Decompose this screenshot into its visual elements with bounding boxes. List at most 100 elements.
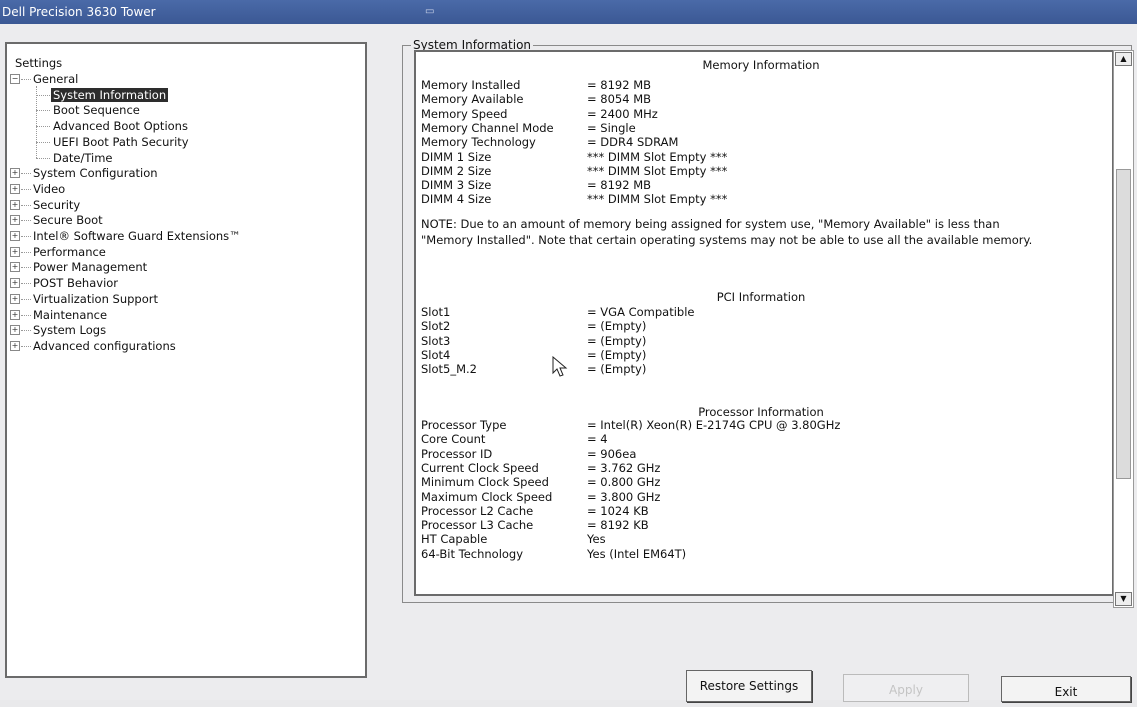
memory-label: Memory Channel Mode bbox=[421, 120, 554, 135]
processor-row: Current Clock Speed = 3.762 GHz bbox=[421, 461, 1101, 475]
memory-label: DIMM 4 Size bbox=[421, 192, 492, 207]
mouse-pointer-icon bbox=[552, 356, 568, 377]
content-scrollbar[interactable]: ▲ ▼ bbox=[1113, 50, 1134, 608]
processor-row: Minimum Clock Speed = 0.800 GHz bbox=[421, 475, 1101, 489]
expand-icon[interactable]: + bbox=[10, 278, 20, 289]
memory-row: Memory Speed = 2400 MHz bbox=[421, 107, 1101, 121]
expand-icon[interactable]: + bbox=[10, 340, 20, 351]
processor-label: HT Capable bbox=[421, 532, 488, 547]
tree-connector bbox=[21, 251, 31, 253]
memory-value: = 8192 MB bbox=[587, 78, 652, 92]
expand-icon[interactable]: + bbox=[10, 215, 20, 226]
expand-icon[interactable]: + bbox=[10, 183, 20, 194]
tree-connector bbox=[21, 314, 31, 316]
tree-item-top-0[interactable]: System Configuration bbox=[31, 166, 160, 180]
exit-button[interactable]: Exit bbox=[1001, 676, 1131, 702]
collapse-icon[interactable]: − bbox=[10, 74, 20, 84]
tree-root-settings[interactable]: Settings bbox=[13, 56, 64, 70]
scroll-down-arrow-icon[interactable]: ▼ bbox=[1115, 592, 1132, 606]
memory-label: DIMM 2 Size bbox=[421, 163, 492, 178]
tree-item-top-8[interactable]: Virtualization Support bbox=[31, 292, 160, 306]
tree-connector bbox=[21, 220, 31, 222]
tree-item-top-1[interactable]: Video bbox=[31, 182, 67, 196]
memory-row: DIMM 3 Size = 8192 MB bbox=[421, 178, 1101, 192]
pci-label: Slot4 bbox=[421, 347, 451, 362]
expand-icon[interactable]: + bbox=[10, 293, 20, 304]
tree-connector bbox=[36, 141, 50, 143]
memory-value: *** DIMM Slot Empty *** bbox=[587, 149, 728, 164]
tree-connector bbox=[36, 86, 37, 158]
tree-item-top-9[interactable]: Maintenance bbox=[31, 308, 109, 322]
restore-settings-button[interactable]: Restore Settings bbox=[686, 670, 812, 702]
memory-label: DIMM 1 Size bbox=[421, 149, 492, 164]
pci-information-title: PCI Information bbox=[716, 290, 806, 304]
memory-row: Memory Available = 8054 MB bbox=[421, 92, 1101, 106]
memory-row: DIMM 4 Size *** DIMM Slot Empty *** bbox=[421, 192, 1101, 206]
system-menu-icon: ▭ bbox=[425, 6, 435, 17]
memory-note: NOTE: Due to an amount of memory being a… bbox=[421, 217, 1033, 247]
memory-label: DIMM 3 Size bbox=[421, 178, 492, 193]
tree-item-top-3[interactable]: Secure Boot bbox=[31, 213, 105, 227]
expand-icon[interactable]: + bbox=[10, 199, 20, 210]
pci-label: Slot2 bbox=[421, 319, 451, 334]
tree-connector bbox=[21, 79, 31, 80]
processor-row: Processor ID = 906ea bbox=[421, 447, 1101, 461]
expand-icon[interactable]: + bbox=[10, 231, 20, 241]
pci-label: Slot3 bbox=[421, 333, 451, 348]
tree-item-top-7[interactable]: POST Behavior bbox=[31, 276, 120, 290]
processor-value: = 1024 KB bbox=[587, 503, 649, 518]
processor-label: Processor L2 Cache bbox=[421, 503, 534, 518]
title-bar: Dell Precision 3630 Tower ▭ bbox=[0, 0, 1137, 24]
memory-value: *** DIMM Slot Empty *** bbox=[587, 192, 728, 207]
tree-item-top-5[interactable]: Performance bbox=[31, 245, 108, 259]
scroll-up-arrow-icon[interactable]: ▲ bbox=[1115, 52, 1132, 66]
tree-item-top-2[interactable]: Security bbox=[31, 198, 82, 212]
expand-icon[interactable]: + bbox=[10, 168, 20, 179]
tree-connector bbox=[21, 204, 31, 206]
tree-connector bbox=[21, 173, 31, 175]
tree-item-top-11[interactable]: Advanced configurations bbox=[31, 339, 178, 353]
memory-value: = Single bbox=[587, 120, 636, 135]
processor-label: Processor ID bbox=[421, 446, 493, 461]
expand-icon[interactable]: + bbox=[10, 325, 20, 336]
expand-icon[interactable]: + bbox=[10, 309, 20, 320]
memory-value: = 2400 MHz bbox=[587, 106, 658, 121]
pci-value: = (Empty) bbox=[587, 333, 647, 348]
system-information-content: Memory Information Memory Installed = 81… bbox=[414, 50, 1114, 596]
tree-item-general[interactable]: General bbox=[31, 72, 80, 86]
processor-row: Maximum Clock Speed = 3.800 GHz bbox=[421, 490, 1101, 504]
processor-row: Core Count = 4 bbox=[421, 432, 1101, 446]
processor-value: = 0.800 GHz bbox=[587, 475, 661, 490]
tree-item-general-3[interactable]: UEFI Boot Path Security bbox=[51, 135, 191, 149]
tree-item-general-1[interactable]: Boot Sequence bbox=[51, 103, 142, 117]
settings-tree: Settings − General System Information Boot S… bbox=[5, 42, 367, 678]
expand-icon[interactable]: + bbox=[10, 262, 20, 273]
tree-connector bbox=[36, 157, 50, 159]
tree-item-general-2[interactable]: Advanced Boot Options bbox=[51, 119, 190, 133]
tree-connector bbox=[21, 330, 31, 332]
tree-item-top-6[interactable]: Power Management bbox=[31, 260, 149, 274]
memory-row: DIMM 1 Size *** DIMM Slot Empty *** bbox=[421, 150, 1101, 164]
processor-value: = 3.762 GHz bbox=[587, 460, 661, 475]
tree-item-top-4[interactable]: Intel® Software Guard Extensions™ bbox=[31, 229, 243, 243]
memory-value: = DDR4 SDRAM bbox=[587, 135, 679, 150]
tree-item-top-10[interactable]: System Logs bbox=[31, 323, 108, 337]
tree-item-general-0[interactable]: System Information bbox=[51, 87, 169, 102]
memory-row: DIMM 2 Size *** DIMM Slot Empty *** bbox=[421, 164, 1101, 178]
tree-connector bbox=[21, 283, 31, 285]
tree-connector bbox=[21, 298, 31, 300]
processor-label: Processor Type bbox=[421, 418, 507, 432]
scroll-thumb[interactable] bbox=[1116, 169, 1131, 479]
apply-button[interactable]: Apply bbox=[843, 674, 969, 702]
pci-value: = VGA Compatible bbox=[587, 305, 695, 319]
processor-label: Maximum Clock Speed bbox=[421, 489, 553, 504]
memory-label: Memory Technology bbox=[421, 135, 536, 150]
pci-value: = (Empty) bbox=[587, 347, 647, 362]
memory-row: Memory Channel Mode = Single bbox=[421, 121, 1101, 135]
tree-connector bbox=[21, 236, 31, 237]
expand-icon[interactable]: + bbox=[10, 246, 20, 257]
processor-value: = 8192 KB bbox=[587, 518, 649, 533]
pci-row: Slot5_M.2 = (Empty) bbox=[421, 362, 1101, 376]
tree-item-general-4[interactable]: Date/Time bbox=[51, 151, 115, 165]
memory-label: Memory Installed bbox=[421, 78, 521, 92]
